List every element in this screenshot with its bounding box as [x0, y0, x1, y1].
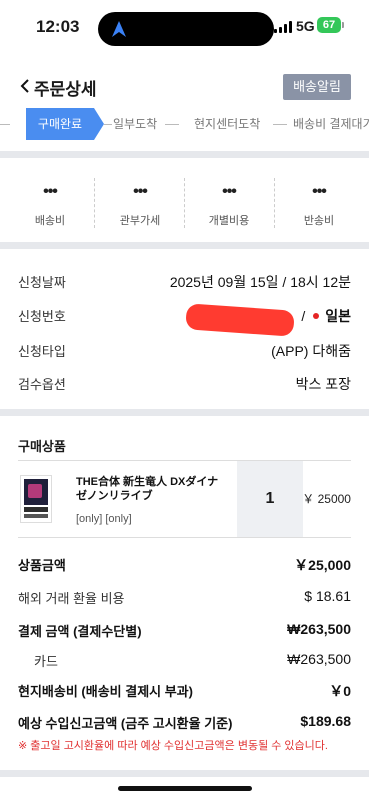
product-row[interactable]: THE合体 新生竜人 DXダイナゼノンリライブ [only] [only] 1 …: [18, 460, 351, 538]
product-price: ￥ 25000: [302, 492, 351, 506]
fee-return-value: •••: [312, 183, 327, 200]
info-value-number: / 일본: [301, 306, 351, 326]
fee-customs-label: 관부가세: [119, 215, 161, 227]
status-time: 12:03: [36, 17, 80, 36]
fee-shipping-label: 배송비: [34, 215, 66, 227]
info-label: 검수옵션: [18, 377, 66, 392]
total-row-local-shipping: 현지배송비 (배송비 결제시 부과) ￥0: [18, 681, 351, 701]
fee-individual-value: •••: [222, 183, 237, 200]
fee-shipping: ••• 배송비: [4, 170, 96, 232]
info-value-inspection: 박스 포장: [295, 376, 351, 392]
total-label: 예상 수입신고금액 (금주 고시환율 기준): [18, 716, 233, 731]
battery-cap: [342, 22, 344, 28]
battery-icon: 67: [317, 17, 341, 33]
info-row-date: 신청날짜 2025년 09월 15일 / 18시 12분: [18, 272, 351, 292]
total-label: 해외 거래 환율 비용: [18, 591, 125, 606]
exchange-rate-note: ※ 출고일 고시환율에 따라 예상 수입신고금액은 변동될 수 있습니다.: [18, 740, 328, 752]
status-bar: 12:03 5G 67: [0, 0, 369, 56]
step-partial-arrival: 일부도착: [113, 117, 158, 131]
total-label: 상품금액: [18, 558, 66, 573]
section-divider: [0, 409, 369, 416]
number-suffix: /: [301, 308, 306, 324]
step-connector: [104, 124, 112, 125]
info-label: 신청타입: [18, 344, 66, 359]
product-thumbnail: [20, 475, 52, 523]
back-chevron-icon[interactable]: [16, 76, 36, 96]
info-value-date: 2025년 09월 15일 / 18시 12분: [169, 274, 351, 290]
fee-shipping-value: •••: [43, 183, 58, 200]
info-label: 신청날짜: [18, 275, 66, 290]
fee-return: ••• 반송비: [273, 170, 365, 232]
shipping-alert-button[interactable]: 배송알림: [283, 74, 351, 100]
products-section-title: 구매상품: [18, 439, 66, 454]
product-options: [only] [only]: [76, 513, 132, 525]
step-purchase-complete: 구매완료: [26, 108, 94, 140]
total-label: 결제 금액 (결제수단별): [18, 624, 142, 639]
step-connector: [0, 124, 10, 125]
dynamic-island: [98, 12, 274, 46]
fee-individual: ••• 개별비용: [183, 170, 275, 232]
info-row-number: 신청번호 / 일본: [18, 306, 351, 326]
fee-return-label: 반송비: [303, 215, 335, 227]
total-value: ￥25,000: [294, 557, 351, 573]
section-divider: [0, 242, 369, 249]
fee-summary: ••• 배송비 ••• 관부가세 ••• 개별비용 ••• 반송비: [0, 170, 369, 232]
step-shipping-payment-pending: 배송비 결제대기: [293, 117, 369, 131]
total-value: ￥0: [329, 683, 351, 699]
info-label: 신청번호: [18, 309, 66, 324]
info-row-inspection: 검수옵션 박스 포장: [18, 374, 351, 394]
total-value: $189.68: [300, 713, 351, 729]
signal-icon: [274, 21, 292, 33]
page-header: 주문상세 배송알림: [0, 66, 369, 106]
total-row-overseas-fee: 해외 거래 환율 비용 $ 18.61: [18, 588, 351, 608]
home-indicator[interactable]: [118, 786, 252, 791]
fee-individual-label: 개별비용: [208, 215, 250, 227]
total-row-import-declaration: 예상 수입신고금액 (금주 고시환율 기준) $189.68: [18, 713, 351, 733]
order-progress-stepper: 구매완료 일부도착 현지센터도착 배송비 결제대기: [0, 108, 369, 140]
step-local-center-arrival: 현지센터도착: [194, 117, 261, 131]
page-title: 주문상세: [34, 80, 97, 99]
country-dot-icon: [313, 313, 320, 319]
total-row-card: 카드 ₩263,500: [18, 651, 351, 671]
product-name: THE合体 新生竜人 DXダイナゼノンリライブ: [76, 476, 219, 502]
section-divider: [0, 151, 369, 158]
total-row-payment-amount: 결제 금액 (결제수단별) ₩263,500: [18, 621, 351, 641]
info-row-type: 신청타입 (APP) 다해줌: [18, 341, 351, 361]
product-quantity: 1: [237, 461, 303, 537]
step-active-arrow: [94, 108, 104, 140]
section-divider: [0, 770, 369, 777]
step-connector: [165, 124, 179, 125]
total-label: 현지배송비 (배송비 결제시 부과): [18, 684, 193, 699]
total-value: ₩263,500: [287, 621, 351, 637]
country-name: 일본: [325, 308, 351, 324]
location-arrow-icon: [112, 21, 126, 37]
step-connector: [273, 124, 287, 125]
total-value: ₩263,500: [287, 651, 351, 667]
total-value: $ 18.61: [304, 588, 351, 604]
network-label: 5G: [296, 18, 315, 34]
info-value-type: (APP) 다해줌: [271, 343, 351, 359]
total-label: 카드: [34, 654, 58, 669]
fee-customs: ••• 관부가세: [94, 170, 186, 232]
total-row-product-amount: 상품금액 ￥25,000: [18, 555, 351, 575]
fee-customs-value: •••: [133, 183, 148, 200]
